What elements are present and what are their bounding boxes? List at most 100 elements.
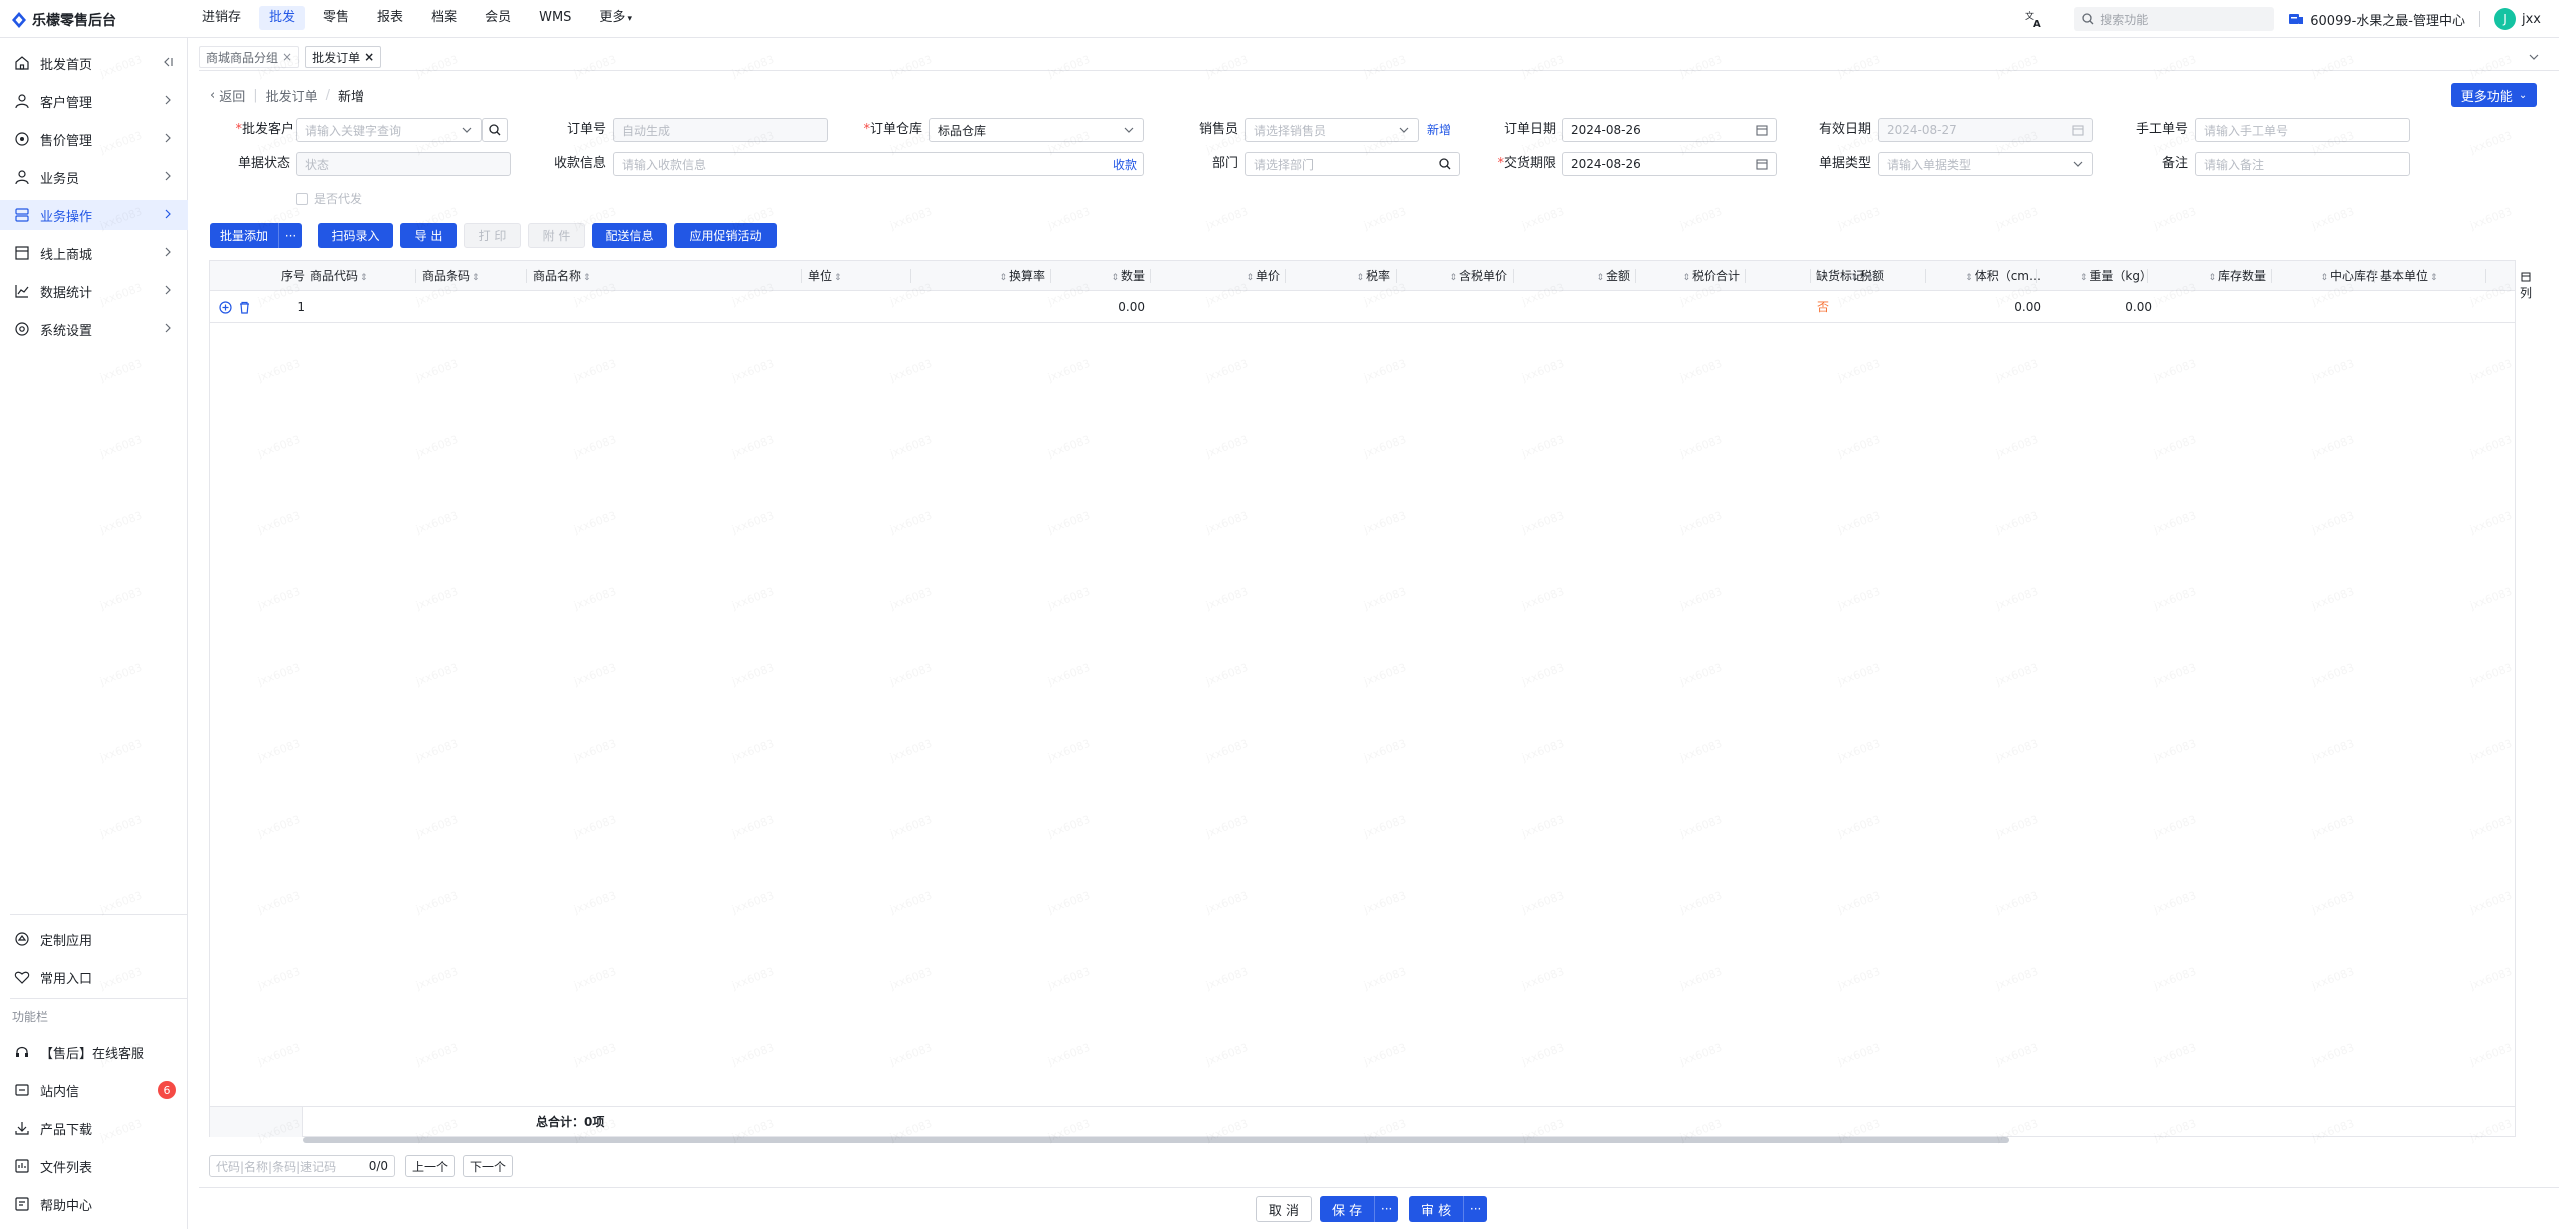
sidebar-tool-file-list[interactable]: 文件列表	[0, 1151, 188, 1181]
column-resize-handle[interactable]	[801, 269, 802, 283]
doc-type-select[interactable]: 请输入单据类型	[1878, 152, 2093, 176]
column-header-weight[interactable]: ⇕ 重量（kg）	[2060, 261, 2152, 291]
column-resize-handle[interactable]	[910, 269, 911, 283]
sidebar-item-wholesale-home[interactable]: 批发首页	[0, 48, 188, 78]
sidebar-item-business-ops[interactable]: 业务操作	[0, 200, 188, 230]
top-nav-member[interactable]: 会员	[475, 6, 521, 30]
remark-input[interactable]: 请输入备注	[2195, 152, 2410, 176]
column-header-product-name[interactable]: 商品名称 ⇕	[533, 261, 593, 291]
column-header-quantity[interactable]: ⇕ 数量	[1065, 261, 1145, 291]
delivery-date-picker[interactable]: 2024-08-26	[1562, 152, 1777, 176]
close-icon[interactable]: ×	[364, 50, 374, 64]
collapse-sidebar-icon[interactable]	[162, 56, 174, 68]
department-select[interactable]: 请选择部门	[1245, 152, 1460, 176]
column-resize-handle[interactable]	[1050, 269, 1051, 283]
export-button[interactable]: 导 出	[400, 223, 457, 248]
collect-payment-link[interactable]: 收款	[1113, 156, 1137, 173]
sidebar-tool-help[interactable]: 帮助中心	[0, 1189, 188, 1219]
column-header-center-stock[interactable]: ⇕ 中心库存	[2278, 261, 2378, 291]
column-header-conversion[interactable]: ⇕ 换算率	[965, 261, 1045, 291]
scan-entry-button[interactable]: 扫码录入	[318, 223, 393, 248]
tab-mall-product-group[interactable]: 商城商品分组 ×	[199, 46, 300, 68]
top-nav-reports[interactable]: 报表	[367, 6, 413, 30]
column-header-total-with-tax[interactable]: ⇕ 税价合计	[1640, 261, 1740, 291]
batch-add-more-button[interactable]: ···	[278, 223, 303, 248]
top-nav-retail[interactable]: 零售	[313, 6, 359, 30]
top-nav-wholesale[interactable]: 批发	[259, 6, 306, 30]
column-resize-handle[interactable]	[1513, 269, 1514, 283]
save-more-button[interactable]: ···	[1374, 1196, 1399, 1222]
column-resize-handle[interactable]	[1745, 269, 1746, 283]
top-nav-more[interactable]: 更多 ▾	[589, 6, 642, 30]
column-resize-handle[interactable]	[1396, 269, 1397, 283]
column-resize-handle[interactable]	[2147, 269, 2148, 283]
tab-wholesale-order[interactable]: 批发订单 ×	[305, 46, 382, 68]
top-nav-archive[interactable]: 档案	[421, 6, 467, 30]
column-resize-handle[interactable]	[1925, 269, 1926, 283]
grid-find-input[interactable]: 代码|名称|条码|速记码 0/0	[209, 1155, 395, 1177]
column-header-tax-rate[interactable]: ⇕ 税率	[1310, 261, 1390, 291]
function-search-input[interactable]: 搜索功能	[2074, 7, 2275, 31]
column-header-volume[interactable]: ⇕ 体积（cm…	[1945, 261, 2041, 291]
horizontal-scrollbar[interactable]	[303, 1137, 2009, 1143]
find-next-button[interactable]: 下一个	[463, 1155, 513, 1177]
sidebar-item-favorites[interactable]: 常用入口	[0, 962, 188, 992]
column-resize-handle[interactable]	[2271, 269, 2272, 283]
column-header-amount[interactable]: ⇕ 金额	[1550, 261, 1630, 291]
top-nav-inventory[interactable]: 进销存	[192, 6, 251, 30]
batch-add-button[interactable]: 批量添加	[210, 223, 279, 248]
audit-more-button[interactable]: ···	[1463, 1196, 1488, 1222]
sidebar-tool-online-service[interactable]: 【售后】在线客服	[0, 1037, 188, 1067]
column-header-unit[interactable]: 单位 ⇕	[808, 261, 844, 291]
sidebar-item-online-mall[interactable]: 线上商城	[0, 238, 188, 268]
column-header-unit-price[interactable]: ⇕ 单价	[1200, 261, 1280, 291]
tenant-switcher[interactable]: 60099-水果之最-管理中心	[2288, 10, 2465, 29]
manual-no-input[interactable]: 请输入手工单号	[2195, 118, 2410, 142]
column-header-stock-qty[interactable]: ⇕ 库存数量	[2170, 261, 2266, 291]
customer-search-button[interactable]	[482, 118, 508, 142]
warehouse-select[interactable]: 标品仓库	[929, 118, 1144, 142]
column-header-tax-incl-price[interactable]: ⇕ 含税单价	[1410, 261, 1507, 291]
customer-select[interactable]: 请输入关键字查询	[296, 118, 482, 142]
delete-row-icon[interactable]	[238, 301, 251, 314]
chevron-down-icon[interactable]	[2527, 50, 2541, 64]
column-resize-handle[interactable]	[1285, 269, 1286, 283]
find-prev-button[interactable]: 上一个	[405, 1155, 455, 1177]
sidebar-item-salesman[interactable]: 业务员	[0, 162, 188, 192]
back-button[interactable]: ‹ 返回	[210, 86, 245, 105]
column-resize-handle[interactable]	[1635, 269, 1636, 283]
column-header-base-unit[interactable]: 基本单位 ⇕	[2380, 261, 2440, 291]
column-resize-handle[interactable]	[2036, 269, 2037, 283]
consign-checkbox[interactable]: 是否代发	[296, 190, 362, 207]
close-icon[interactable]: ×	[282, 50, 292, 64]
translate-icon[interactable]: 文 A	[2024, 9, 2044, 29]
column-resize-handle[interactable]	[2374, 269, 2375, 283]
top-nav-wms[interactable]: WMS	[529, 6, 581, 30]
sidebar-item-system-settings[interactable]: 系统设置	[0, 314, 188, 344]
user-menu[interactable]: J jxx	[2494, 8, 2541, 30]
salesman-select[interactable]: 请选择销售员	[1245, 118, 1419, 142]
add-row-icon[interactable]	[219, 301, 232, 314]
order-date-picker[interactable]: 2024-08-26	[1562, 118, 1777, 142]
sidebar-tool-download[interactable]: 产品下载	[0, 1113, 188, 1143]
column-resize-handle[interactable]	[1150, 269, 1151, 283]
column-resize-handle[interactable]	[1810, 269, 1811, 283]
column-settings-button[interactable]: 列	[2518, 272, 2534, 301]
column-header-barcode[interactable]: 商品条码 ⇕	[422, 261, 482, 291]
sidebar-item-customer[interactable]: 客户管理	[0, 86, 188, 116]
column-resize-handle[interactable]	[2485, 269, 2486, 283]
add-salesman-link[interactable]: 新增	[1427, 118, 1451, 142]
sidebar-item-custom-apps[interactable]: 定制应用	[0, 924, 188, 954]
delivery-info-button[interactable]: 配送信息	[592, 223, 667, 248]
more-functions-button[interactable]: 更多功能 ⌄	[2451, 83, 2537, 107]
save-button[interactable]: 保 存	[1320, 1196, 1375, 1222]
app-logo[interactable]: 乐檬零售后台	[12, 10, 116, 30]
sidebar-item-price[interactable]: 售价管理	[0, 124, 188, 154]
breadcrumb-parent[interactable]: 批发订单	[266, 86, 318, 105]
column-header-product-code[interactable]: 商品代码 ⇕	[310, 261, 370, 291]
sidebar-item-statistics[interactable]: 数据统计	[0, 276, 188, 306]
audit-button[interactable]: 审 核	[1409, 1196, 1464, 1222]
apply-promotion-button[interactable]: 应用促销活动	[674, 223, 777, 248]
payment-info-input[interactable]: 请输入收款信息 收款	[613, 152, 1144, 176]
column-header-stockout[interactable]: 缺货标记 ⇕	[1816, 261, 1876, 291]
